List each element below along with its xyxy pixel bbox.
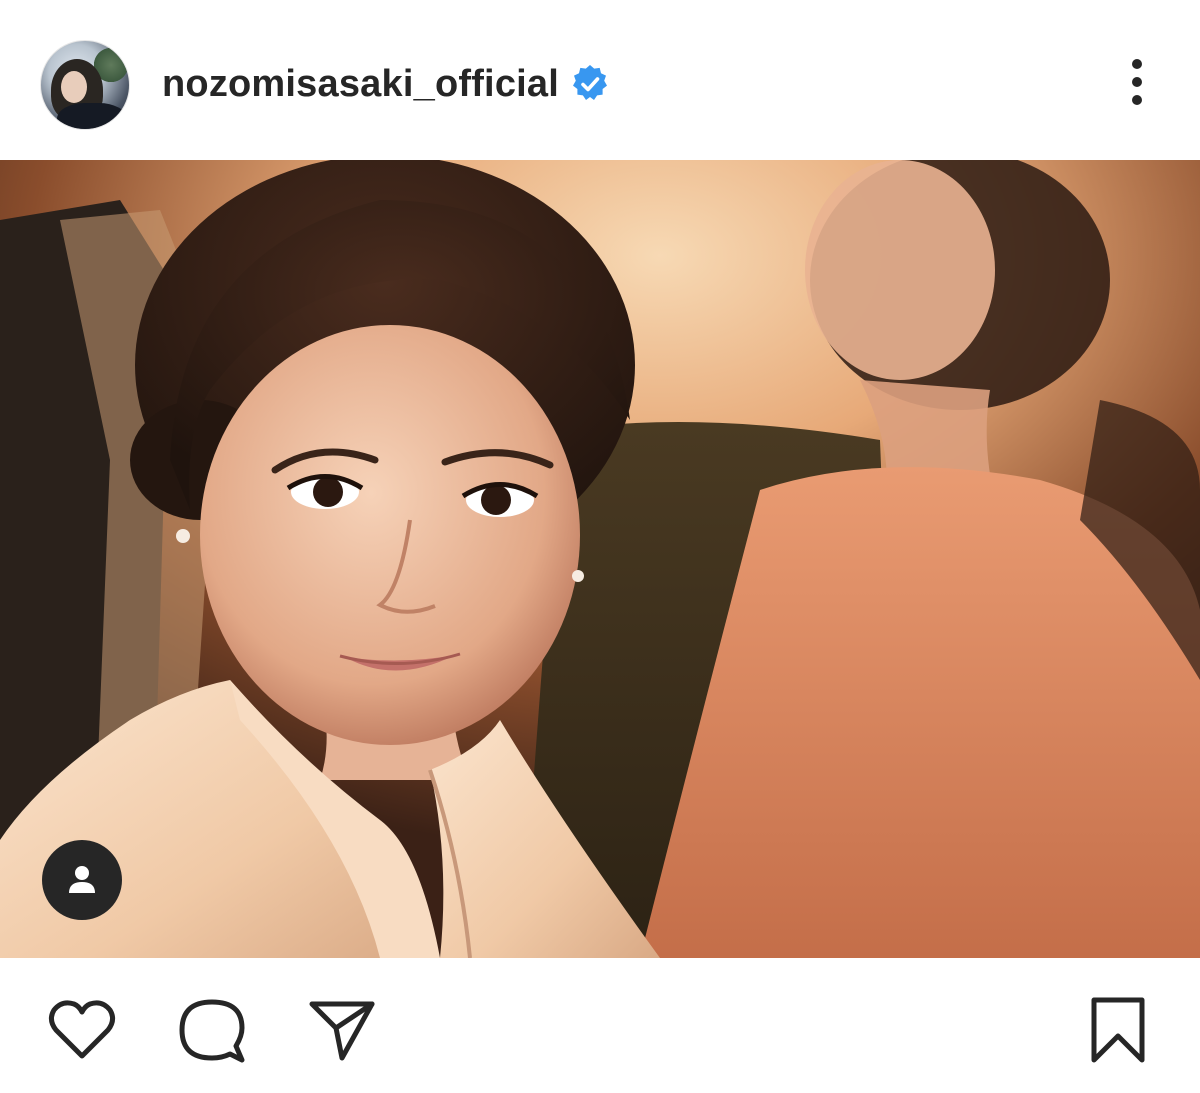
paper-plane-icon[interactable] (306, 994, 378, 1066)
instagram-post: nozomisasaki_official (0, 0, 1200, 1093)
post-photo[interactable] (0, 160, 1200, 958)
username[interactable]: nozomisasaki_official (162, 58, 559, 110)
more-options-icon[interactable] (1118, 56, 1156, 112)
profile-avatar[interactable] (40, 40, 130, 130)
comment-icon[interactable] (176, 994, 248, 1066)
action-bar (0, 958, 1200, 1093)
verified-badge-icon (570, 64, 610, 104)
avatar-coat (57, 103, 127, 129)
heart-icon[interactable] (46, 994, 118, 1066)
post-header: nozomisasaki_official (0, 0, 1200, 160)
user-tag-icon[interactable] (42, 840, 122, 920)
avatar-face (61, 71, 87, 103)
bookmark-icon[interactable] (1082, 994, 1154, 1066)
